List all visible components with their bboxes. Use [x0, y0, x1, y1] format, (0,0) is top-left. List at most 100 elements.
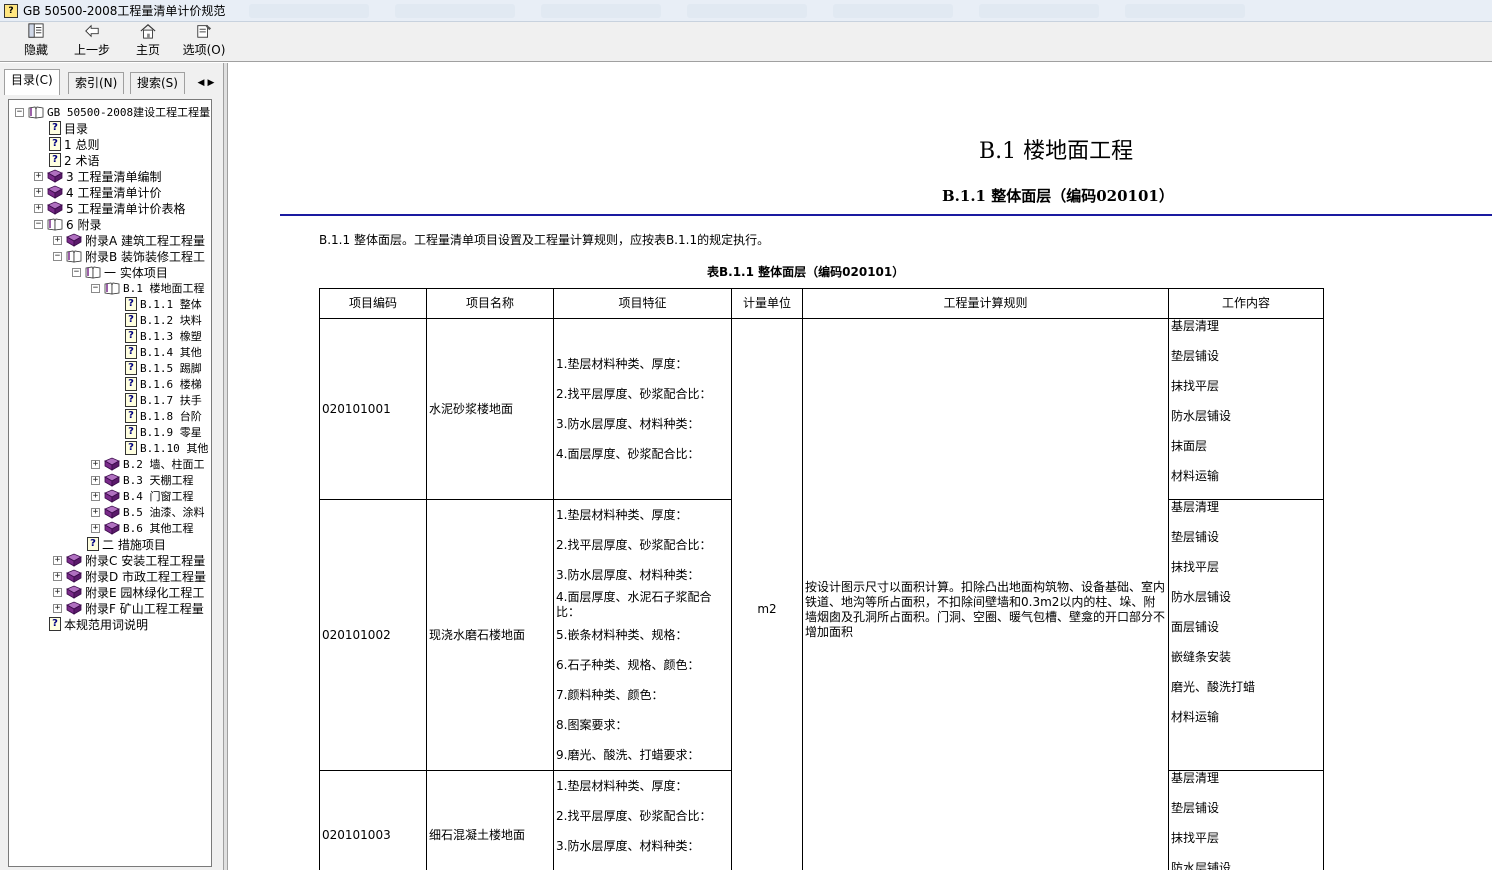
expand-icon[interactable]: +	[53, 235, 62, 245]
options-button[interactable]: 选项(O)	[176, 23, 232, 61]
tree-item[interactable]: + B.3 天棚工程	[91, 472, 194, 488]
work-line: 垫层铺设	[1171, 349, 1220, 363]
col-header: 项目名称	[426, 288, 554, 319]
scroll-right-icon[interactable]: ▶	[206, 76, 216, 90]
tree-item[interactable]: ? 二 措施项目	[72, 536, 166, 552]
tree-item[interactable]: + B.6 其他工程	[91, 520, 194, 536]
feature-line: 7.颜料种类、颜色：	[556, 688, 664, 702]
tree-item-label: 5 工程量清单计价表格	[66, 201, 186, 216]
tree-item[interactable]: + B.5 油漆、涂料	[91, 504, 205, 520]
help-book-icon: ?	[4, 3, 18, 18]
feature-line: 2.找平层厚度、砂浆配合比：	[556, 809, 712, 823]
hide-button[interactable]: 隐藏	[8, 23, 64, 61]
options-label: 选项(O)	[182, 43, 226, 57]
window-title: GB 50500-2008工程量清单计价规范	[23, 4, 226, 18]
tree-item[interactable]: ? 2 术语	[34, 152, 99, 168]
tree-item[interactable]: − 6 附录	[34, 216, 101, 232]
collapse-icon[interactable]: −	[34, 219, 43, 229]
expand-icon[interactable]: +	[34, 187, 43, 197]
work-line: 嵌缝条安装	[1171, 650, 1232, 664]
tree-item[interactable]: ? 目录	[34, 120, 88, 136]
home-button[interactable]: 主页	[120, 23, 176, 61]
expand-icon[interactable]: +	[91, 475, 100, 485]
tree-item[interactable]: ? B.1.5 踢脚	[110, 360, 202, 376]
ghost-tab	[395, 3, 516, 18]
open-book-icon	[85, 266, 101, 279]
work-line: 基层清理	[1171, 319, 1220, 333]
tree-item[interactable]: − 附录B 装饰装修工程工	[53, 248, 205, 264]
feature-line: 2.找平层厚度、砂浆配合比：	[556, 387, 712, 401]
pane-splitter[interactable]	[224, 63, 228, 870]
item-name: 现浇水磨石楼地面	[426, 499, 554, 771]
tree-item[interactable]: ? B.1.6 楼梯	[110, 376, 202, 392]
tree-item[interactable]: ? B.1.9 零星	[110, 424, 202, 440]
tree-item-label: 附录F 矿山工程工程量	[85, 601, 204, 616]
expand-icon[interactable]: +	[34, 171, 43, 181]
tree-item[interactable]: ? B.1.7 扶手	[110, 392, 202, 408]
col-header: 工程量计算规则	[802, 288, 1169, 319]
tree-item[interactable]: ? B.1.2 块料	[110, 312, 202, 328]
tree-item-label: 附录D 市政工程工程量	[85, 569, 207, 584]
tree-item[interactable]: − GB 50500-2008建设工程工程量	[15, 104, 210, 120]
contents-tree[interactable]: − GB 50500-2008建设工程工程量? 目录? 1 总则? 2 术语 +3 工程量…	[8, 99, 212, 867]
tree-item[interactable]: ? B.1.4 其他	[110, 344, 202, 360]
expand-icon[interactable]: +	[91, 459, 100, 469]
open-book-icon	[28, 106, 44, 119]
expand-icon[interactable]: +	[53, 603, 62, 613]
tree-item[interactable]: + 附录F 矿山工程工程量	[53, 600, 204, 616]
scroll-left-icon[interactable]: ◀	[196, 76, 206, 90]
expand-icon[interactable]: +	[91, 523, 100, 533]
help-page-icon: ?	[125, 425, 137, 439]
options-icon	[197, 24, 212, 38]
tab-search[interactable]: 搜索(S)	[130, 72, 185, 94]
tree-item-label: B.1.2 块料	[140, 314, 202, 327]
tab-index[interactable]: 索引(N)	[68, 72, 125, 94]
tree-item[interactable]: ? B.1.8 台阶	[110, 408, 202, 424]
collapse-icon[interactable]: −	[91, 283, 100, 293]
work-content: 基层清理 垫层铺设 抹找平层 防水层铺设 面层铺设 嵌缝条安装 磨光、酸洗打蜡 材料运输	[1168, 499, 1324, 771]
tree-item-label: 二 措施项目	[102, 537, 166, 552]
tree-item[interactable]: + 附录A 建筑工程工程量	[53, 232, 205, 248]
tree-item-label: B.2 墙、柱面工	[123, 458, 205, 471]
expand-icon[interactable]: +	[91, 507, 100, 517]
tree-item[interactable]: + 附录D 市政工程工程量	[53, 568, 206, 584]
tree-item[interactable]: + B.4 门窗工程	[91, 488, 194, 504]
back-arrow-icon	[85, 24, 99, 38]
expand-icon[interactable]: +	[34, 203, 43, 213]
tree-item[interactable]: − 一 实体项目	[72, 264, 168, 280]
tree-item[interactable]: + B.2 墙、柱面工	[91, 456, 205, 472]
table-header-row: 项目编码 项目名称 项目特征 计量单位 工程量计算规则 工作内容	[319, 288, 1324, 319]
tree-item[interactable]: ? B.1.3 橡塑	[110, 328, 202, 344]
tree-item-label: B.1.5 踢脚	[140, 362, 202, 375]
help-page-icon: ?	[125, 313, 137, 327]
back-button[interactable]: 上一步	[64, 23, 120, 61]
collapse-icon[interactable]: −	[53, 251, 62, 261]
help-page-icon: ?	[125, 345, 137, 359]
tree-item[interactable]: ? 1 总则	[34, 136, 99, 152]
collapse-icon[interactable]: −	[15, 107, 24, 117]
tree-item-label: 附录A 建筑工程工程量	[85, 233, 206, 248]
tree-item[interactable]: ? B.1.10 其他	[110, 440, 208, 456]
tab-contents[interactable]: 目录(C)	[4, 69, 60, 95]
tree-item[interactable]: ? 本规范用词说明	[34, 616, 148, 632]
item-code: 020101002	[319, 499, 427, 771]
tree-item[interactable]: ? B.1.1 整体	[110, 296, 202, 312]
tree-item[interactable]: +3 工程量清单编制	[34, 168, 161, 184]
col-header: 计量单位	[731, 288, 803, 319]
tree-item[interactable]: + 附录C 安装工程工程量	[53, 552, 205, 568]
item-code: 020101001	[319, 318, 427, 500]
expand-icon[interactable]: +	[53, 587, 62, 597]
col-header: 工作内容	[1168, 288, 1324, 319]
expand-icon[interactable]: +	[53, 571, 62, 581]
col-header: 项目编码	[319, 288, 427, 319]
title-rule	[280, 214, 1492, 216]
tree-item[interactable]: − B.1 楼地面工程	[91, 280, 205, 296]
home-label: 主页	[135, 43, 160, 57]
tree-item[interactable]: + 附录E 园林绿化工程工	[53, 584, 204, 600]
expand-icon[interactable]: +	[91, 491, 100, 501]
collapse-icon[interactable]: −	[72, 267, 81, 277]
tree-item[interactable]: +4 工程量清单计价	[34, 184, 161, 200]
expand-icon[interactable]: +	[53, 555, 62, 565]
tree-item[interactable]: +5 工程量清单计价表格	[34, 200, 185, 216]
rule-cell: 按设计图示尺寸以面积计算。扣除凸出地面构筑物、设备基础、室内铁道、地沟等所占面积…	[802, 318, 1169, 870]
